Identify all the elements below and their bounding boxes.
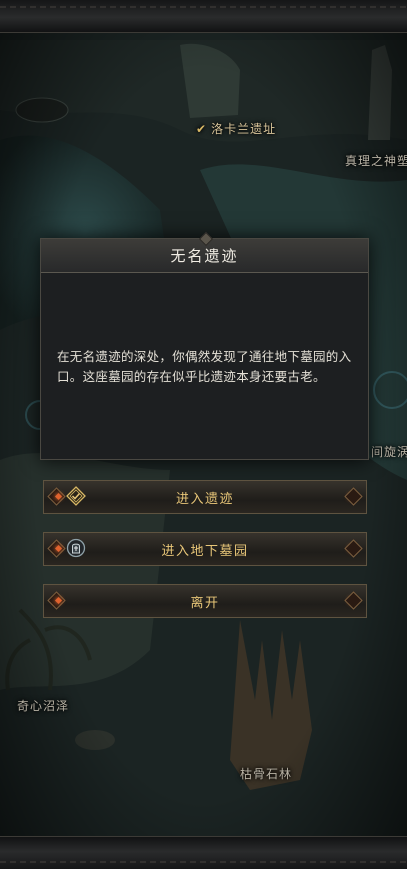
bottom-frame (0, 836, 407, 869)
enter-catacomb-button[interactable]: 进入地下墓园 (43, 532, 367, 566)
quest-diamond-icon (66, 486, 86, 506)
event-dialog: 无名遗迹 在无名遗迹的深处，你偶然发现了通往地下墓园的入口。这座墓园的存在似乎比… (40, 238, 369, 460)
enter-ruins-button[interactable]: 进入遗迹 (43, 480, 367, 514)
enter-catacomb-label: 进入地下墓园 (161, 543, 249, 559)
location-vortex[interactable]: 间旋涡 (371, 443, 407, 460)
top-frame (0, 0, 407, 33)
location-bone-forest[interactable]: 枯骨石林 (240, 765, 292, 782)
leave-label: 离开 (190, 595, 220, 611)
location-luokalan[interactable]: ✔ 洛卡兰遗址 (196, 120, 276, 137)
check-icon: ✔ (196, 122, 208, 136)
game-screen: ✔ 洛卡兰遗址 真理之神塑 间旋涡 奇心沼泽 枯骨石林 无名遗迹 在无名遗迹的深处… (0, 0, 407, 869)
dialog-body: 在无名遗迹的深处，你偶然发现了通往地下墓园的入口。这座墓园的存在似乎比遗迹本身还… (57, 349, 352, 384)
dialog-title: 无名遗迹 (170, 247, 239, 265)
leave-button[interactable]: 离开 (43, 584, 367, 618)
tomb-icon (66, 538, 86, 558)
dialog-header: 无名遗迹 (41, 239, 368, 273)
location-truth-temple[interactable]: 真理之神塑 (345, 152, 407, 169)
location-swamp[interactable]: 奇心沼泽 (17, 697, 69, 714)
enter-ruins-label: 进入遗迹 (175, 491, 234, 507)
